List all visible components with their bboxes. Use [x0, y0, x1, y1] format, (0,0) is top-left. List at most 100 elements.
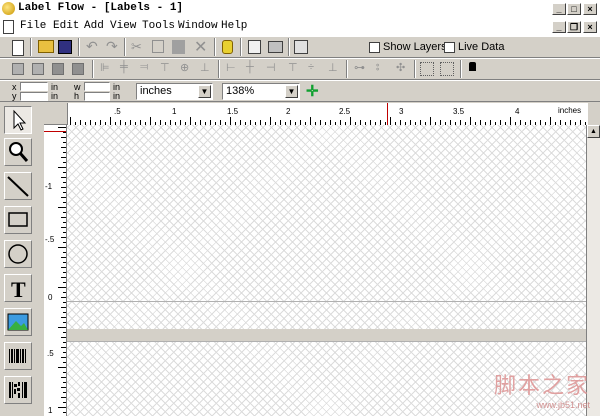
properties-icon[interactable] — [294, 40, 308, 54]
menu-window[interactable]: Window — [178, 20, 218, 32]
zoom-select[interactable]: 138% ▼ — [222, 83, 300, 100]
ruler-tick — [58, 367, 66, 368]
ruler-tick — [63, 402, 66, 403]
image-tool[interactable] — [4, 308, 32, 336]
toolbar-separator — [460, 60, 462, 78]
ruler-tick — [310, 117, 311, 125]
magnifier-icon — [9, 142, 29, 162]
v-ruler-label: .5 — [47, 349, 54, 358]
y-field[interactable] — [20, 92, 48, 101]
ruler-tick — [70, 117, 71, 125]
chevron-down-icon[interactable]: ▼ — [198, 85, 211, 98]
h-ruler-label: 3.5 — [453, 107, 465, 116]
center-horizontal-icon[interactable]: ⊶ — [354, 61, 365, 74]
doc-restore-button[interactable]: ❐ — [567, 21, 581, 33]
page-setup-icon[interactable] — [248, 40, 261, 54]
ruler-tick — [61, 157, 66, 158]
ruler-tick — [63, 312, 66, 313]
delete-icon[interactable]: ✕ — [194, 37, 207, 57]
group-icon[interactable] — [420, 62, 434, 76]
menu-edit[interactable]: Edit — [53, 20, 79, 32]
title-bar: Label Flow - [Labels - 1] _ □ × — [0, 0, 600, 19]
image-icon — [7, 313, 29, 331]
send-to-back-icon[interactable] — [32, 63, 44, 75]
print-icon[interactable] — [268, 41, 283, 53]
menu-bar: File Edit Add View Tools Window Help _ ❐… — [0, 18, 600, 36]
doc-close-button[interactable]: × — [583, 21, 597, 33]
document-icon — [3, 20, 14, 34]
ungroup-icon[interactable] — [440, 62, 454, 76]
ruler-tick — [63, 142, 66, 143]
undo-icon[interactable]: ↶ — [86, 38, 98, 55]
distribute-center-icon[interactable]: ┼ — [246, 61, 254, 73]
chevron-down-icon[interactable]: ▼ — [285, 85, 298, 98]
live-data-checkbox[interactable] — [444, 42, 455, 53]
ruler-tick — [63, 322, 66, 323]
minimize-button[interactable]: _ — [552, 3, 566, 15]
distribute-left-icon[interactable]: ⊢ — [226, 61, 236, 74]
ruler-tick — [61, 227, 66, 228]
h-unit: in — [113, 91, 121, 101]
open-folder-icon[interactable] — [38, 40, 54, 53]
units-select[interactable]: inches ▼ — [136, 83, 213, 100]
scroll-up-icon[interactable]: ▲ — [587, 125, 600, 138]
center-both-icon[interactable]: ✣ — [396, 61, 405, 74]
2d-barcode-tool[interactable] — [4, 376, 32, 404]
text-tool[interactable]: T — [4, 274, 32, 302]
barcode-tool[interactable] — [4, 342, 32, 370]
menu-file[interactable]: File — [20, 20, 46, 32]
zoom-tool[interactable] — [4, 138, 32, 166]
distribute-top-icon[interactable]: ⊤ — [288, 61, 298, 74]
rectangle-icon — [8, 212, 28, 227]
redo-icon[interactable]: ↷ — [106, 38, 118, 55]
align-right-icon[interactable]: ⫤ — [140, 61, 148, 74]
send-backward-icon[interactable] — [72, 63, 84, 75]
distribute-middle-icon[interactable]: ÷ — [308, 61, 314, 73]
new-file-icon[interactable] — [12, 40, 24, 56]
copy-icon[interactable] — [152, 40, 164, 53]
maximize-button[interactable]: □ — [567, 3, 581, 15]
center-vertical-icon[interactable]: ⦂ — [376, 61, 379, 74]
align-top-icon[interactable]: ⊤ — [160, 61, 170, 74]
y-unit: in — [51, 91, 59, 101]
ruler-tick — [58, 247, 66, 248]
bring-forward-icon[interactable] — [52, 63, 64, 75]
align-middle-icon[interactable]: ⊕ — [180, 61, 189, 74]
ruler-tick — [61, 217, 66, 218]
ruler-tick — [58, 327, 66, 328]
database-icon[interactable] — [222, 40, 233, 54]
align-left-icon[interactable]: ⊫ — [100, 61, 110, 74]
menu-help[interactable]: Help — [221, 20, 247, 32]
ruler-tick — [58, 287, 66, 288]
width-field[interactable] — [84, 82, 110, 91]
menu-add[interactable]: Add — [84, 20, 104, 32]
zoom-select-value: 138% — [226, 85, 255, 97]
ruler-tick — [63, 392, 66, 393]
save-icon[interactable] — [58, 40, 72, 54]
height-field[interactable] — [84, 92, 110, 101]
align-bottom-icon[interactable]: ⊥ — [200, 61, 210, 74]
move-icon[interactable]: ✛ — [306, 82, 319, 100]
ruler-tick — [61, 147, 66, 148]
rectangle-tool[interactable] — [4, 206, 32, 234]
ruler-tick — [190, 117, 191, 125]
distribute-right-icon[interactable]: ⊣ — [266, 61, 276, 74]
cut-icon[interactable]: ✂ — [131, 39, 142, 55]
ellipse-tool[interactable] — [4, 240, 32, 268]
show-layers-checkbox[interactable] — [369, 42, 380, 53]
ruler-tick — [58, 167, 66, 168]
close-button[interactable]: × — [583, 3, 597, 15]
ruler-tick — [61, 347, 66, 348]
menu-view[interactable]: View — [110, 20, 136, 32]
line-tool[interactable] — [4, 172, 32, 200]
doc-minimize-button[interactable]: _ — [552, 21, 566, 33]
ruler-tick — [63, 222, 66, 223]
paste-icon[interactable] — [172, 40, 185, 54]
distribute-bottom-icon[interactable]: ⊥ — [328, 61, 338, 74]
x-field[interactable] — [20, 82, 48, 91]
menu-tools[interactable]: Tools — [142, 20, 175, 32]
lock-icon[interactable] — [469, 62, 476, 71]
bring-to-front-icon[interactable] — [12, 63, 24, 75]
align-center-icon[interactable]: ╪ — [120, 61, 128, 73]
select-tool[interactable] — [4, 106, 32, 134]
